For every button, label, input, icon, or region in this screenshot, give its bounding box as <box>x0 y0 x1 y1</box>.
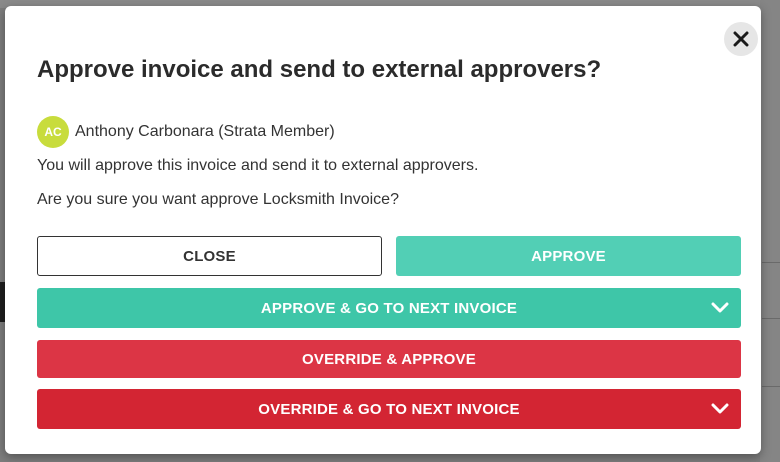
override-next-invoice-button[interactable]: OVERRIDE & GO TO NEXT INVOICE <box>37 389 741 429</box>
dialog-title: Approve invoice and send to external app… <box>37 56 602 83</box>
chevron-down-icon[interactable] <box>711 302 729 314</box>
approve-next-invoice-label: APPROVE & GO TO NEXT INVOICE <box>260 299 518 317</box>
override-approve-button[interactable]: OVERRIDE & APPROVE <box>37 340 741 378</box>
background-divider <box>762 386 780 387</box>
approve-invoice-dialog: Approve invoice and send to external app… <box>5 6 761 454</box>
override-next-invoice-label: OVERRIDE & GO TO NEXT INVOICE <box>258 400 520 418</box>
close-button[interactable]: CLOSE <box>37 236 382 276</box>
approve-button[interactable]: APPROVE <box>396 236 741 276</box>
background-divider <box>762 262 780 263</box>
background-divider <box>762 318 780 319</box>
chevron-down-icon[interactable] <box>711 403 729 415</box>
close-icon <box>733 31 749 47</box>
close-button-label: CLOSE <box>183 247 236 265</box>
approval-message: You will approve this invoice and send i… <box>37 157 479 174</box>
approval-question: Are you sure you want approve Locksmith … <box>37 191 399 208</box>
approver-name: Anthony Carbonara (Strata Member) <box>75 123 335 140</box>
approve-next-invoice-button[interactable]: APPROVE & GO TO NEXT INVOICE <box>37 288 741 328</box>
approver-user: AC Anthony Carbonara (Strata Member) <box>37 116 335 148</box>
avatar: AC <box>37 116 69 148</box>
background-page-right-column <box>760 0 780 462</box>
dialog-close-button[interactable] <box>724 22 758 56</box>
override-approve-label: OVERRIDE & APPROVE <box>302 350 476 368</box>
approve-button-label: APPROVE <box>531 247 606 265</box>
